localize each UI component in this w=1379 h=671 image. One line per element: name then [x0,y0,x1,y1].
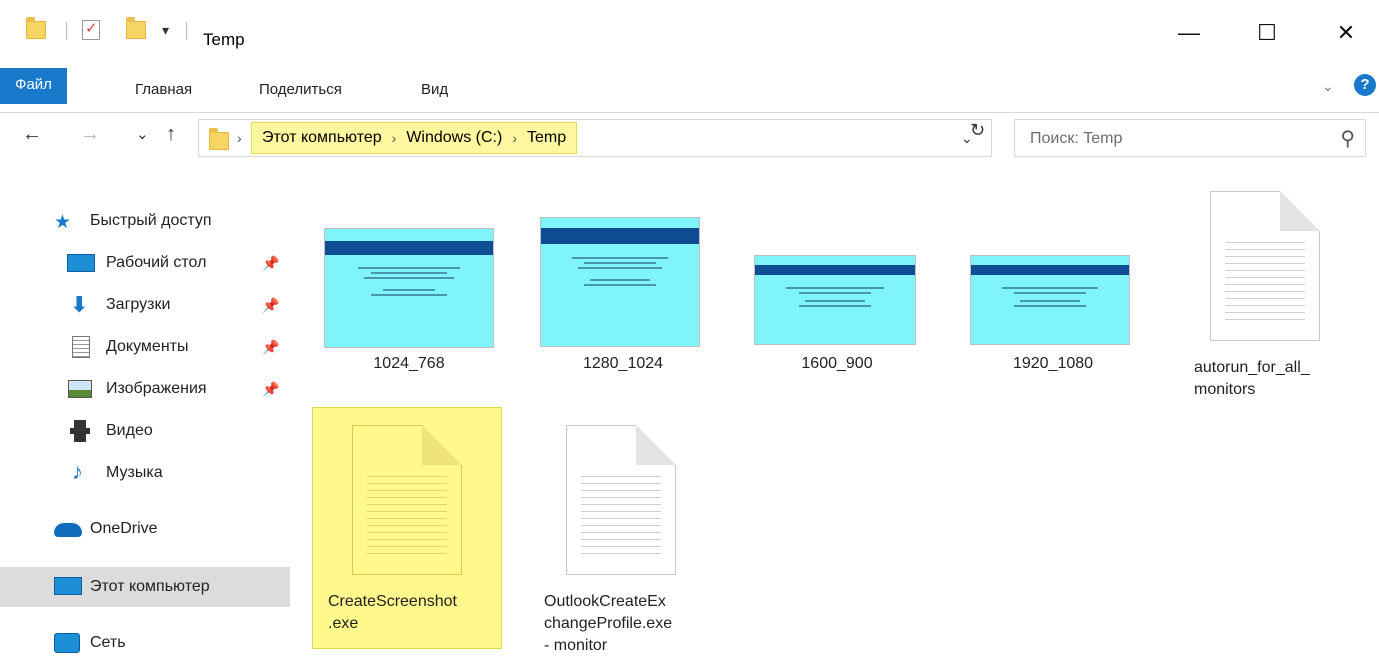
image-thumbnail [970,255,1130,345]
sidebar-item-videos[interactable]: Видео [0,413,290,449]
file-item-selected[interactable]: CreateScreenshot .exe [312,407,502,649]
sidebar-item-this-pc[interactable]: Этот компьютер [0,567,290,607]
text-file-icon [1210,191,1320,341]
pictures-icon [68,380,92,398]
sidebar-item-downloads[interactable]: ⬇ Загрузки 📌 [0,287,290,323]
maximize-button[interactable]: ☐ [1244,18,1290,48]
sidebar-item-label: Музыка [106,464,163,481]
navigation-pane: ★ Быстрый доступ Рабочий стол 📌 ⬇ Загруз… [0,163,290,671]
sidebar-item-label: Рабочий стол [106,254,207,271]
breadcrumb-temp[interactable]: Temp [527,129,566,147]
file-item[interactable]: autorun_for_all_ monitors [1160,191,1350,411]
breadcrumb-separator[interactable]: › [512,130,517,146]
folder-icon [26,16,46,44]
sidebar-item-pictures[interactable]: Изображения 📌 [0,371,290,407]
download-arrow-icon: ⬇ [70,292,89,317]
video-icon [70,420,90,442]
file-list: 1024_768 1280_1024 1600_900 1920_1080 au… [290,163,1379,671]
pin-icon[interactable]: 📌 [262,381,279,398]
sidebar-item-label: OneDrive [90,520,158,537]
file-name: CreateScreenshot .exe [328,593,457,632]
sidebar-item-label: Этот компьютер [90,578,210,595]
tab-file[interactable]: Файл [0,68,67,104]
help-icon[interactable]: ? [1354,74,1376,96]
pin-icon[interactable]: 📌 [262,255,279,272]
new-folder-icon[interactable] [126,16,146,44]
music-note-icon: ♪ [72,459,83,484]
file-name: 1280_1024 [582,355,664,372]
file-item[interactable]: 1920_1080 [958,255,1148,383]
image-thumbnail [540,217,700,347]
sidebar-item-desktop[interactable]: Рабочий стол 📌 [0,245,290,281]
file-name: 1024_768 [373,355,445,372]
sidebar-item-label: Сеть [90,634,126,651]
sidebar-item-onedrive[interactable]: OneDrive [0,511,290,547]
sidebar-item-quick-access[interactable]: ★ Быстрый доступ [0,203,290,239]
sidebar-item-label: Быстрый доступ [90,212,212,229]
breadcrumb-this-pc[interactable]: Этот компьютер [262,129,382,147]
file-name: 1920_1080 [1012,355,1094,372]
properties-icon[interactable] [82,16,100,44]
sidebar-item-label: Изображения [106,380,207,397]
tab-share[interactable]: Поделиться [259,76,342,104]
toolbar-divider [66,22,67,40]
sidebar-item-music[interactable]: ♪ Музыка [0,455,290,491]
file-name: OutlookCreateEx changeProfile.exe - moni… [544,593,673,654]
image-thumbnail [324,228,494,348]
expand-ribbon-icon[interactable]: ⌄ [1322,78,1334,95]
file-name: 1600_900 [801,355,873,372]
customize-arrow-icon[interactable]: ▾ [162,16,169,44]
sidebar-item-label: Документы [106,338,189,355]
text-file-icon [352,425,462,575]
forward-button[interactable]: → [80,123,100,146]
sidebar-item-documents[interactable]: Документы 📌 [0,329,290,365]
file-name: autorun_for_all_ monitors [1194,359,1310,398]
refresh-button[interactable]: ↻ [970,120,985,141]
pin-icon[interactable]: 📌 [262,339,279,356]
breadcrumb-windows-c[interactable]: Windows (C:) [406,129,502,147]
title-bar: ▾ Temp — ☐ ✕ [0,0,1379,62]
search-icon[interactable]: ⚲ [1340,126,1355,151]
minimize-button[interactable]: — [1166,18,1212,48]
star-icon: ★ [54,212,72,233]
search-input[interactable]: Поиск: Temp [1030,130,1122,148]
close-button[interactable]: ✕ [1323,18,1369,48]
breadcrumb: Этот компьютер › Windows (C:) › Temp [251,122,578,154]
tab-home[interactable]: Главная [135,76,192,104]
tab-view[interactable]: Вид [421,76,448,104]
file-item[interactable]: 1024_768 [314,223,504,383]
navigation-bar: ← → ⌄ ↑ › Этот компьютер › Windows (C:) … [0,113,1379,163]
file-item[interactable]: 1280_1024 [528,217,718,383]
sidebar-item-label: Видео [106,422,153,439]
back-button[interactable]: ← [22,123,42,146]
up-button[interactable]: ↑ [166,123,176,146]
sidebar-item-label: Загрузки [106,296,171,313]
breadcrumb-separator[interactable]: › [392,130,397,146]
search-box[interactable]: Поиск: Temp ⚲ [1014,119,1366,157]
window-title: Temp [203,30,245,49]
cloud-icon [54,523,82,537]
address-bar[interactable]: › Этот компьютер › Windows (C:) › Temp ⌄ [198,119,992,157]
toolbar-divider [186,22,187,40]
image-thumbnail [754,255,916,345]
computer-icon [54,577,82,595]
breadcrumb-separator[interactable]: › [237,130,242,146]
sidebar-item-network[interactable]: Сеть [0,625,290,661]
file-item[interactable]: 1600_900 [742,255,932,383]
document-icon [72,336,90,358]
folder-icon [209,128,229,150]
ribbon: Файл Главная Поделиться Вид ⌄ ? [0,62,1379,113]
file-item[interactable]: OutlookCreateEx changeProfile.exe - moni… [526,425,716,667]
pin-icon[interactable]: 📌 [262,297,279,314]
network-icon [54,633,80,653]
desktop-icon [67,254,95,272]
text-file-icon [566,425,676,575]
recent-locations-button[interactable]: ⌄ [136,125,149,143]
